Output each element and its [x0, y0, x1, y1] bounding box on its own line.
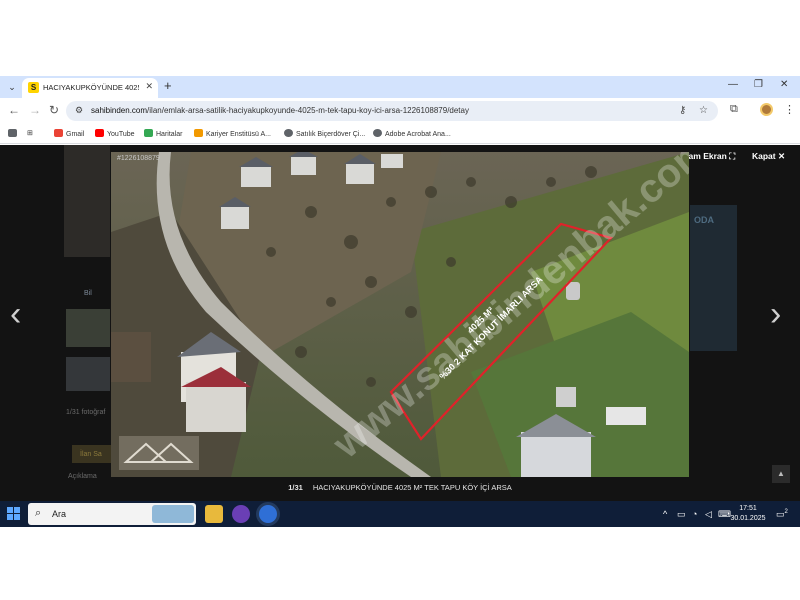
- browser-app-icon[interactable]: [232, 505, 250, 523]
- volume-icon[interactable]: ◁: [705, 509, 712, 520]
- bookmark-youtube[interactable]: YouTube: [95, 129, 135, 138]
- reload-button[interactable]: ↻: [49, 103, 59, 117]
- password-key-icon[interactable]: ⚷: [679, 105, 686, 116]
- close-lightbox-button[interactable]: Kapat ✕: [752, 151, 785, 162]
- windows-start-icon[interactable]: [7, 507, 20, 520]
- bg-label-aciklama: Açıklama: [68, 473, 97, 480]
- bg-ad-panel: [690, 205, 737, 351]
- battery-icon[interactable]: ▭: [677, 509, 686, 520]
- bookmark-gmail[interactable]: Gmail: [54, 129, 84, 138]
- clock-time: 17:51: [739, 505, 757, 512]
- bookmark-adobe[interactable]: Adobe Acrobat Ana...: [373, 129, 451, 138]
- bookmarks-bar: ⊞ Gmail YouTube Haritalar Kariyer Enstit…: [0, 124, 800, 144]
- tab-close-icon[interactable]: ✕: [145, 81, 153, 92]
- listing-photo[interactable]: #1226108879 www.sahibindenbak.com 4025 M…: [111, 152, 689, 477]
- back-button[interactable]: ←: [8, 103, 20, 117]
- windows-taskbar: ⌕ Ara ^ ▭ ◔ ◁ ⌨ 17:51 30.01.2025 ▭2: [0, 501, 800, 527]
- agency-logo: [119, 436, 199, 470]
- browser-tab[interactable]: S HACIYAKUPKÖYÜNDE 4025 M² TEK TAP ✕: [22, 78, 158, 98]
- taskbar-search-placeholder: Ara: [52, 509, 67, 519]
- tab-bar: ⌄ S HACIYAKUPKÖYÜNDE 4025 M² TEK TAP ✕ +…: [0, 76, 800, 98]
- address-bar[interactable]: ⚙ sahibinden.com/ilan/emlak-arsa-satilik…: [66, 101, 718, 121]
- search-highlight-image: [152, 505, 194, 523]
- network-icon[interactable]: ◔: [692, 509, 697, 519]
- photo-caption-bar: 1/31 HACIYAKUPKÖYÜNDE 4025 M² TEK TAPU KÖ…: [0, 483, 800, 501]
- close-icon: ✕: [778, 151, 786, 161]
- bookmark-satilik[interactable]: Satılık Biçerdöver Çi...: [284, 129, 365, 138]
- browser-toolbar: ← → ↻ ⚙ sahibinden.com/ilan/emlak-arsa-s…: [0, 98, 800, 124]
- bg-label-bilgi: Bil: [84, 290, 92, 297]
- notification-count: 2: [784, 509, 788, 515]
- site-info-icon[interactable]: ⚙: [75, 105, 83, 116]
- bookmark-maps[interactable]: Haritalar: [144, 129, 182, 138]
- extensions-icon[interactable]: ⧉: [730, 103, 738, 116]
- notification-icon[interactable]: ▭2: [776, 509, 788, 520]
- chrome-taskbar-icon[interactable]: [259, 505, 277, 523]
- photo-caption: HACIYAKUPKÖYÜNDE 4025 M² TEK TAPU KÖY İÇ…: [312, 483, 512, 492]
- bg-label-fotograf: 1/31 fotoğraf: [66, 409, 106, 416]
- photo-listing-id: #1226108879: [117, 155, 160, 162]
- menu-kebab-icon[interactable]: ⋮: [784, 103, 795, 116]
- listing-page: Bil 1/31 fotoğraf İlan Sa Açıklama ODA ‹…: [0, 145, 800, 501]
- bg-thumbnail-3: [66, 357, 110, 391]
- taskbar-search-input[interactable]: ⌕ Ara: [28, 503, 196, 525]
- bg-label-ilan: İlan Sa: [80, 451, 102, 458]
- minimize-button[interactable]: —: [728, 79, 738, 90]
- tab-favicon: S: [28, 82, 39, 93]
- sidebar-toggle-icon[interactable]: [8, 129, 20, 138]
- next-photo-button[interactable]: ›: [770, 295, 781, 334]
- url-text: sahibinden.com/ilan/emlak-arsa-satilik-h…: [91, 106, 469, 115]
- taskbar-clock[interactable]: 17:51 30.01.2025: [728, 504, 768, 524]
- fullscreen-icon: ⛶: [729, 151, 736, 161]
- bookmark-kariyer[interactable]: Kariyer Enstitüsü A...: [194, 129, 271, 138]
- restore-button[interactable]: ❐: [754, 79, 763, 90]
- photo-counter: 1/31: [288, 483, 303, 492]
- forward-button[interactable]: →: [29, 103, 41, 117]
- screen: ⌄ S HACIYAKUPKÖYÜNDE 4025 M² TEK TAP ✕ +…: [0, 0, 800, 600]
- fullscreen-button[interactable]: Tam Ekran ⛶: [684, 151, 735, 162]
- scroll-to-top-button[interactable]: ▲: [772, 465, 790, 483]
- bg-ad-text: ODA: [694, 215, 714, 225]
- new-tab-button[interactable]: +: [164, 78, 172, 93]
- previous-photo-button[interactable]: ‹: [10, 295, 21, 334]
- profile-avatar[interactable]: [760, 103, 773, 116]
- window-close-button[interactable]: ✕: [780, 79, 788, 90]
- apps-grid-icon[interactable]: ⊞: [27, 129, 33, 137]
- bg-thumbnail: [64, 145, 110, 257]
- tray-chevron-icon[interactable]: ^: [663, 509, 667, 519]
- tab-title: HACIYAKUPKÖYÜNDE 4025 M² TEK TAP: [43, 83, 139, 92]
- bg-thumbnail-2: [66, 309, 110, 347]
- aerial-photo-image: #1226108879 www.sahibindenbak.com 4025 M…: [111, 152, 689, 477]
- file-explorer-icon[interactable]: [205, 505, 223, 523]
- clock-date: 30.01.2025: [730, 515, 766, 522]
- tab-search-icon[interactable]: ⌄: [4, 79, 20, 95]
- bookmark-star-icon[interactable]: ☆: [699, 105, 708, 116]
- search-icon: ⌕: [35, 507, 42, 519]
